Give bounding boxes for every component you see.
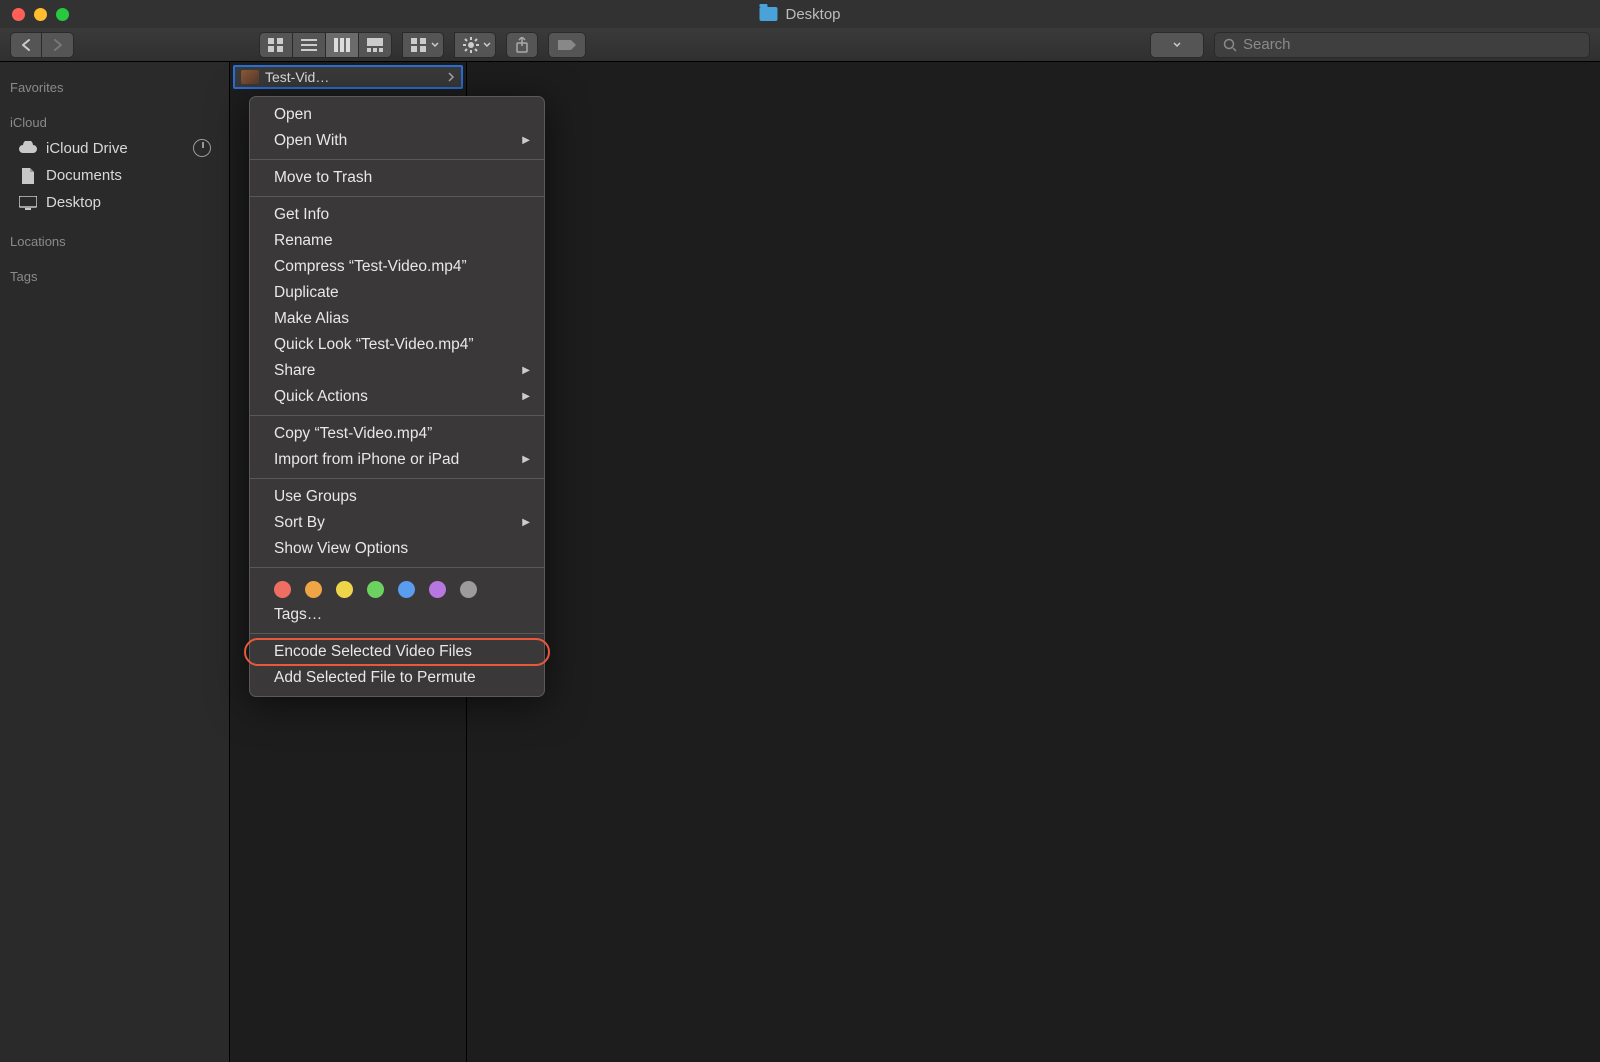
context-menu-separator: [250, 196, 544, 197]
sync-status-icon: [193, 139, 211, 157]
action-button[interactable]: [454, 32, 496, 58]
share-button[interactable]: [506, 32, 538, 58]
tag-color-dot[interactable]: [367, 581, 384, 598]
context-menu-separator: [250, 478, 544, 479]
sidebar-item-icloud-drive[interactable]: iCloud Drive: [0, 134, 229, 162]
video-thumbnail-icon: [241, 70, 259, 84]
sidebar-item-label: Documents: [46, 167, 122, 184]
context-menu-item[interactable]: Use Groups: [250, 484, 544, 510]
context-menu-item[interactable]: Quick Actions: [250, 384, 544, 410]
context-menu-item[interactable]: Make Alias: [250, 306, 544, 332]
context-menu-item[interactable]: Add Selected File to Permute: [250, 665, 544, 691]
close-window-button[interactable]: [12, 8, 25, 21]
sidebar-item-desktop[interactable]: Desktop: [0, 189, 229, 216]
nav-buttons: [10, 32, 74, 58]
search-icon: [1223, 38, 1237, 52]
forward-button[interactable]: [42, 32, 74, 58]
sidebar-header-icloud: iCloud: [0, 109, 229, 134]
arrange-group: [402, 32, 444, 58]
context-menu-tags-row: [250, 573, 544, 602]
context-menu-item[interactable]: Import from iPhone or iPad: [250, 447, 544, 473]
context-menu-item[interactable]: Quick Look “Test-Video.mp4”: [250, 332, 544, 358]
context-menu-separator: [250, 415, 544, 416]
tag-color-dot[interactable]: [336, 581, 353, 598]
context-menu-item[interactable]: Copy “Test-Video.mp4”: [250, 421, 544, 447]
preview-pane: [467, 62, 1600, 1062]
context-menu-item[interactable]: Move to Trash: [250, 165, 544, 191]
toolbar: Search: [0, 28, 1600, 62]
context-menu-tags-label[interactable]: Tags…: [250, 602, 544, 628]
traffic-lights: [12, 8, 69, 21]
context-menu-item[interactable]: Show View Options: [250, 536, 544, 562]
context-menu-item[interactable]: Compress “Test-Video.mp4”: [250, 254, 544, 280]
search-placeholder: Search: [1243, 36, 1291, 53]
tag-color-dot[interactable]: [305, 581, 322, 598]
view-column-button[interactable]: [326, 32, 359, 58]
context-menu-item[interactable]: Open With: [250, 128, 544, 154]
doc-icon: [18, 168, 38, 184]
fullscreen-window-button[interactable]: [56, 8, 69, 21]
sidebar-item-documents[interactable]: Documents: [0, 162, 229, 189]
sidebar-header-locations: Locations: [0, 228, 229, 253]
highlight-ring: [244, 638, 550, 666]
toolbar-dropdown[interactable]: [1150, 32, 1204, 58]
view-gallery-button[interactable]: [359, 32, 392, 58]
file-name: Test-Vid…: [265, 69, 329, 85]
context-menu-item[interactable]: Open: [250, 102, 544, 128]
context-menu-item[interactable]: Sort By: [250, 510, 544, 536]
window-title-text: Desktop: [785, 6, 840, 23]
tags-button[interactable]: [548, 32, 586, 58]
context-menu-separator: [250, 567, 544, 568]
titlebar: Desktop: [0, 0, 1600, 28]
context-menu-item[interactable]: Share: [250, 358, 544, 384]
arrange-button[interactable]: [402, 32, 444, 58]
desktop-icon: [18, 195, 38, 211]
sidebar-item-label: Desktop: [46, 194, 101, 211]
context-menu-item[interactable]: Duplicate: [250, 280, 544, 306]
sidebar-header-tags: Tags: [0, 263, 229, 288]
file-item-selected[interactable]: Test-Vid…: [233, 65, 463, 89]
action-group: [454, 32, 496, 58]
sidebar-item-label: iCloud Drive: [46, 140, 128, 157]
sidebar: Favorites iCloud iCloud Drive Documents …: [0, 62, 230, 1062]
context-menu-item[interactable]: Get Info: [250, 202, 544, 228]
tag-color-dot[interactable]: [274, 581, 291, 598]
context-menu-item-highlighted[interactable]: Encode Selected Video Files: [250, 639, 544, 665]
context-menu-separator: [250, 633, 544, 634]
context-menu-item[interactable]: Rename: [250, 228, 544, 254]
minimize-window-button[interactable]: [34, 8, 47, 21]
context-menu-separator: [250, 159, 544, 160]
sidebar-header-favorites: Favorites: [0, 74, 229, 99]
tag-color-dot[interactable]: [398, 581, 415, 598]
tag-color-dot[interactable]: [429, 581, 446, 598]
search-input[interactable]: Search: [1214, 32, 1590, 58]
back-button[interactable]: [10, 32, 42, 58]
tag-color-dot[interactable]: [460, 581, 477, 598]
view-list-button[interactable]: [293, 32, 326, 58]
chevron-right-icon: [447, 72, 455, 82]
view-mode-buttons: [259, 32, 392, 58]
window-title: Desktop: [759, 6, 840, 23]
folder-icon: [759, 7, 777, 21]
context-menu: OpenOpen With Move to Trash Get InfoRename…: [249, 96, 545, 697]
cloud-icon: [18, 140, 38, 156]
view-icon-button[interactable]: [259, 32, 293, 58]
